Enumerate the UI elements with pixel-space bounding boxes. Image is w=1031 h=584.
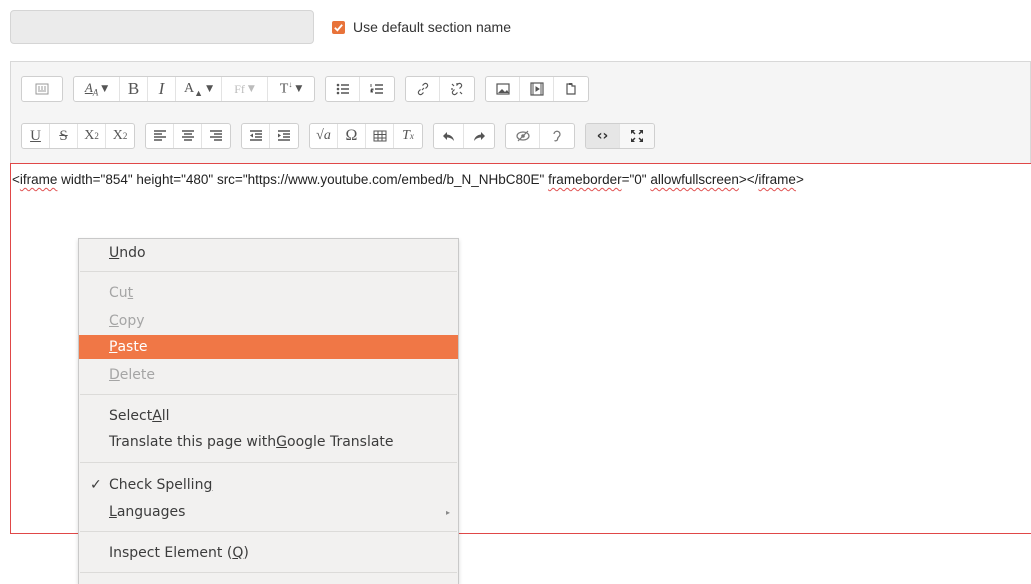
link-icon[interactable]: [406, 77, 440, 101]
align-center-icon[interactable]: [174, 124, 202, 148]
undo-icon[interactable]: [434, 124, 464, 148]
special-character-icon[interactable]: Ω: [338, 124, 366, 148]
use-default-name-label: Use default section name: [353, 19, 511, 35]
screenreader-helper-icon[interactable]: [540, 124, 574, 148]
image-icon[interactable]: [486, 77, 520, 101]
menu-item-translate[interactable]: Translate this page with Google Translat…: [79, 430, 458, 454]
toolbar-group-toggle: [21, 76, 63, 102]
toolbar-group-links: [405, 76, 475, 102]
toolbar-group-insert: √ a Ω Tx: [309, 123, 423, 149]
editor-toolbar: AA ▼ B I A▲ ▼ Ff ▼ T↓ ▼ U S X 2 X 2 √ a …: [10, 61, 1031, 163]
menu-item-cut[interactable]: Cu t: [79, 281, 458, 305]
toolbar-group-text: U S X2 X2: [21, 123, 135, 149]
toolbar-group-style: AA ▼ B I A▲ ▼ Ff ▼ T↓ ▼: [73, 76, 315, 102]
subscript-icon[interactable]: X2: [78, 124, 106, 148]
redo-icon[interactable]: [464, 124, 494, 148]
menu-separator: [80, 462, 457, 463]
indent-icon[interactable]: [270, 124, 298, 148]
toolbar-group-indent: [241, 123, 299, 149]
text-style-icon[interactable]: T↓ ▼: [268, 77, 314, 101]
menu-separator: [80, 572, 457, 573]
show-more-buttons-icon[interactable]: [22, 77, 62, 101]
menu-item-delete[interactable]: Delete: [79, 363, 458, 387]
italic-icon[interactable]: I: [148, 77, 176, 101]
html-source-text: <iframe width="854" height="480" src="ht…: [12, 172, 804, 187]
toolbar-group-lists: [325, 76, 395, 102]
manage-files-icon[interactable]: [554, 77, 588, 101]
unlink-icon[interactable]: [440, 77, 474, 101]
align-left-icon[interactable]: [146, 124, 174, 148]
menu-item-check-spelling[interactable]: ✓ Check Spellin g: [79, 473, 458, 497]
outdent-icon[interactable]: [242, 124, 270, 148]
font-color-icon[interactable]: A▲ ▼: [176, 77, 222, 101]
toolbar-group-media: [485, 76, 589, 102]
menu-item-inspect-element[interactable]: Inspect Element (Q): [79, 541, 458, 565]
accessibility-checker-icon[interactable]: [506, 124, 540, 148]
toolbar-row-1: AA ▼ B I A▲ ▼ Ff ▼ T↓ ▼: [21, 76, 599, 102]
bold-icon[interactable]: B: [120, 77, 148, 101]
bullet-list-icon[interactable]: [326, 77, 360, 101]
menu-item-select-all[interactable]: Select All: [79, 404, 458, 428]
video-icon[interactable]: [520, 77, 554, 101]
toolbar-group-history: [433, 123, 495, 149]
fullscreen-icon[interactable]: [620, 124, 654, 148]
table-icon[interactable]: [366, 124, 394, 148]
menu-item-undo[interactable]: Undo: [79, 241, 458, 265]
use-default-name-checkbox[interactable]: [332, 20, 345, 34]
menu-item-languages[interactable]: Languages ▸: [79, 500, 458, 524]
checkmark-icon: ✓: [90, 477, 102, 493]
menu-separator: [80, 271, 457, 272]
checkmark-icon: [334, 23, 343, 32]
submenu-arrow-icon: ▸: [445, 507, 450, 517]
context-menu: Undo Cu t Copy Paste Delete Select All Tr…: [78, 238, 459, 584]
equation-icon[interactable]: √ a: [310, 124, 338, 148]
toolbar-group-accessibility: [505, 123, 575, 149]
toolbar-row-2: U S X2 X2 √ a Ω T x ‹›: [21, 123, 665, 149]
toolbar-group-align: [145, 123, 231, 149]
font-size-icon[interactable]: AA ▼: [74, 77, 120, 101]
html-source-icon[interactable]: ‹›: [586, 124, 620, 148]
clear-formatting-icon[interactable]: Tx: [394, 124, 422, 148]
underline-icon[interactable]: U: [22, 124, 50, 148]
numbered-list-icon[interactable]: [360, 77, 394, 101]
strikethrough-icon[interactable]: S: [50, 124, 78, 148]
toolbar-group-view: ‹›: [585, 123, 655, 149]
menu-separator: [80, 531, 457, 532]
use-default-name-checkbox-row[interactable]: Use default section name: [332, 17, 511, 37]
menu-item-paste[interactable]: Paste: [79, 335, 458, 359]
section-name-input[interactable]: [10, 10, 314, 44]
font-family-icon[interactable]: Ff ▼: [222, 77, 268, 101]
menu-item-copy[interactable]: Copy: [79, 309, 458, 333]
menu-separator: [80, 394, 457, 395]
align-right-icon[interactable]: [202, 124, 230, 148]
superscript-icon[interactable]: X2: [106, 124, 134, 148]
